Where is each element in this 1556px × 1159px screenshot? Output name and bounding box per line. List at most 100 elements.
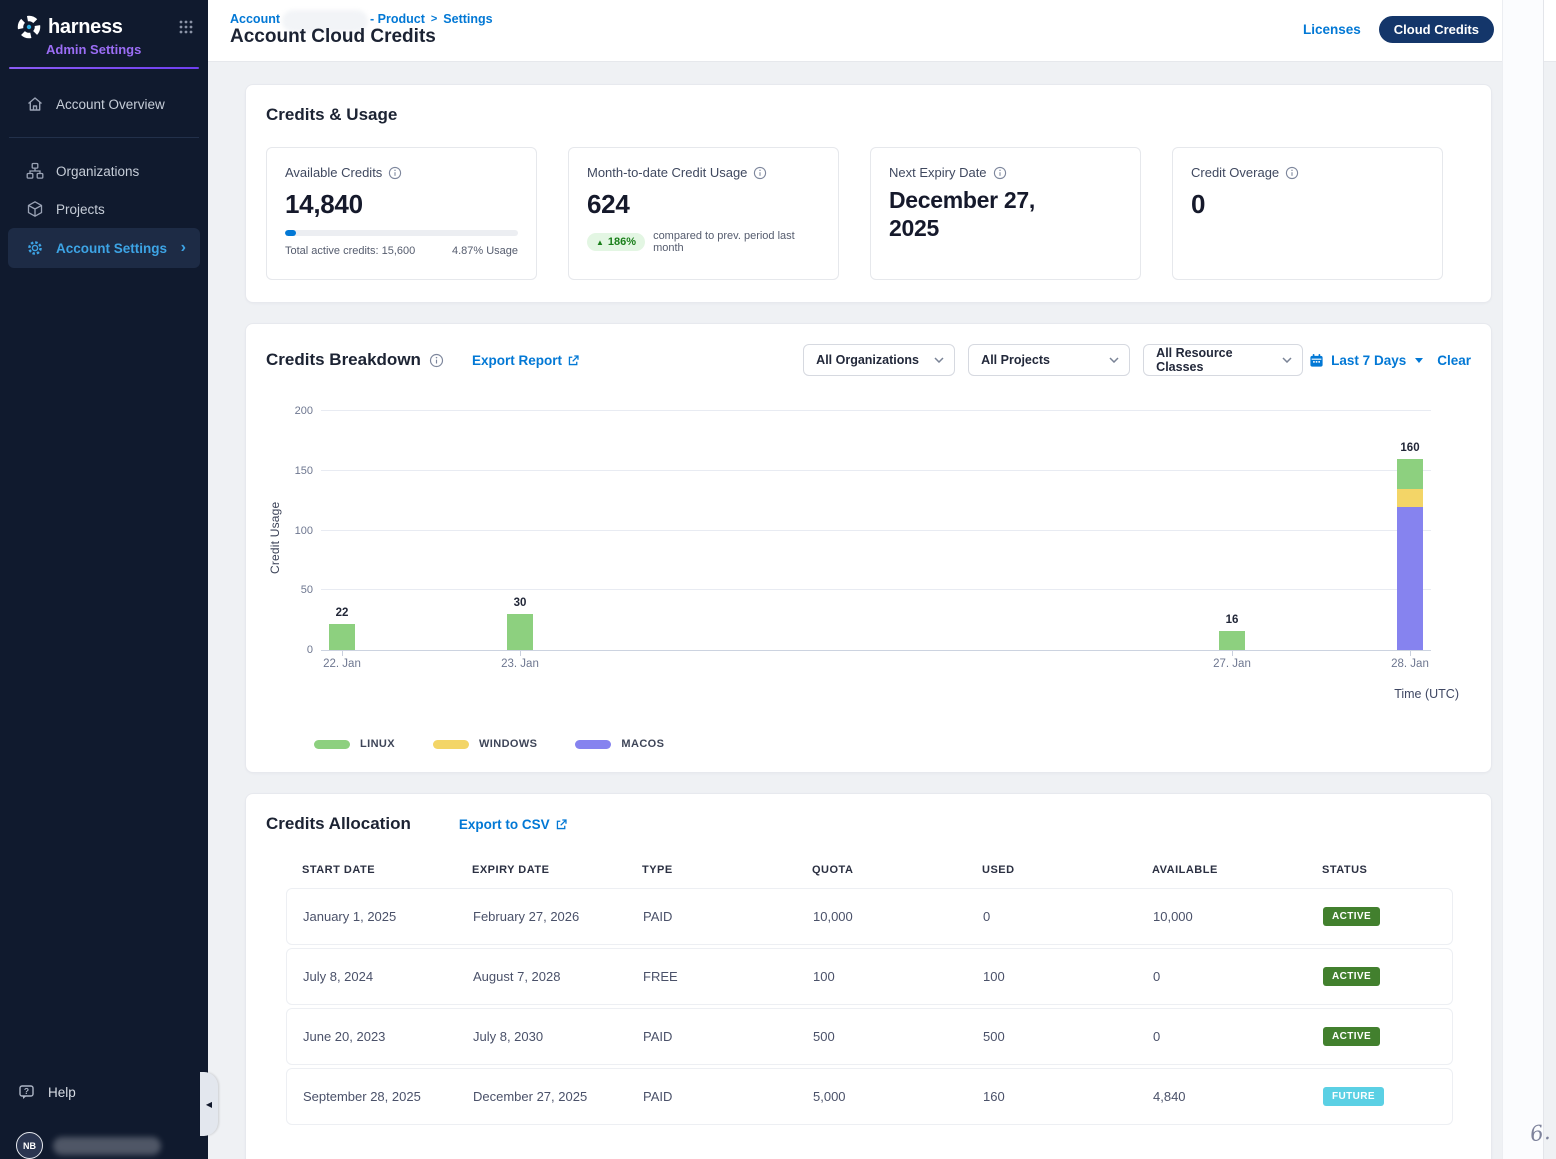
cube-icon xyxy=(26,200,44,218)
stat-card-next-expiry-date: Next Expiry Date December 27, 2025 xyxy=(870,147,1141,280)
chart-x-axis-label: Time (UTC) xyxy=(1394,687,1459,701)
legend-label: LINUX xyxy=(360,738,395,750)
legend-item-windows[interactable]: WINDOWS xyxy=(433,738,537,750)
stat-card-label: Next Expiry Date xyxy=(889,165,1122,180)
stat-card-label: Credit Overage xyxy=(1191,165,1424,180)
legend-label: MACOS xyxy=(621,738,664,750)
caret-down-icon xyxy=(1415,358,1423,363)
cell-used: 100 xyxy=(983,969,1153,984)
filter-select-all-organizations[interactable]: All Organizations xyxy=(803,344,955,376)
sidebar-item-organizations[interactable]: Organizations xyxy=(8,152,200,190)
app-grid-icon[interactable] xyxy=(178,19,194,35)
legend-item-macos[interactable]: MACOS xyxy=(575,738,664,750)
breadcrumb-product-link[interactable]: - Product xyxy=(370,12,425,26)
info-icon[interactable] xyxy=(1285,166,1299,180)
export-csv-link[interactable]: Export to CSV xyxy=(459,817,568,832)
svg-text:?: ? xyxy=(24,1086,29,1096)
sidebar-item-label: Projects xyxy=(56,202,105,217)
chart-x-tick-label: 28. Jan xyxy=(1365,658,1455,670)
chart-gridline xyxy=(321,470,1431,471)
legend-item-linux[interactable]: LINUX xyxy=(314,738,395,750)
breadcrumb-settings-link[interactable]: Settings xyxy=(443,12,492,26)
cell-status: FUTURE xyxy=(1323,1087,1452,1106)
cell-expiry_date: December 27, 2025 xyxy=(473,1089,643,1104)
clear-filters-button[interactable]: Clear xyxy=(1437,353,1471,368)
chart-y-tick-label: 50 xyxy=(269,584,313,596)
filter-select-all-resource-classes[interactable]: All Resource Classes xyxy=(1143,344,1303,376)
info-icon[interactable] xyxy=(388,166,402,180)
cell-status: ACTIVE xyxy=(1323,1027,1452,1046)
usage-percent: 4.87% Usage xyxy=(452,245,518,257)
date-range-picker[interactable]: Last 7 Days xyxy=(1309,353,1423,368)
cell-quota: 500 xyxy=(813,1029,983,1044)
table-row: January 1, 2025February 27, 2026PAID10,0… xyxy=(286,888,1453,945)
chart-x-tick-mark xyxy=(1232,651,1233,656)
status-badge: ACTIVE xyxy=(1323,1027,1380,1046)
scrollbar-track[interactable] xyxy=(1502,0,1544,1159)
cell-type: PAID xyxy=(643,1089,813,1104)
sidebar-accent-divider xyxy=(9,67,199,69)
page-title: Account Cloud Credits xyxy=(230,26,436,48)
credit-usage-chart: Credit Usage 050100150200223016160 Time … xyxy=(266,404,1471,726)
cell-status: ACTIVE xyxy=(1323,907,1452,926)
sidebar-collapse-handle[interactable]: ◀ xyxy=(200,1072,218,1136)
page-header: Account - Product > Settings Account Clo… xyxy=(208,0,1556,62)
stat-card-value: 0 xyxy=(1191,189,1424,220)
comparison-note: compared to prev. period last month xyxy=(653,230,820,254)
filter-select-all-projects[interactable]: All Projects xyxy=(968,344,1130,376)
breadcrumb-account-link[interactable]: Account xyxy=(230,12,280,26)
sidebar-item-account-overview[interactable]: Account Overview xyxy=(8,85,200,123)
status-badge: ACTIVE xyxy=(1323,907,1380,926)
sidebar-item-help[interactable]: ? Help xyxy=(0,1083,208,1102)
cell-expiry_date: February 27, 2026 xyxy=(473,909,643,924)
export-report-link[interactable]: Export Report xyxy=(472,353,580,368)
help-label: Help xyxy=(48,1085,76,1100)
table-column-header-available: AVAILABLE xyxy=(1152,864,1322,876)
sidebar-nav: Account Overview Organizations Projects Acc… xyxy=(0,85,208,268)
chart-bar-value-label: 22 xyxy=(312,607,372,619)
legend-swatch-macos xyxy=(575,740,611,749)
sidebar: harness Admin Settings Account OverviewO… xyxy=(0,0,208,1159)
chart-legend: LINUX WINDOWS MACOS xyxy=(314,738,664,750)
stat-label-text: Next Expiry Date xyxy=(889,165,987,180)
credits-allocation-card: Credits Allocation Export to CSV START D… xyxy=(245,793,1492,1159)
table-column-header-quota: QUOTA xyxy=(812,864,982,876)
licenses-link[interactable]: Licenses xyxy=(1303,22,1361,37)
credits-usage-title: Credits & Usage xyxy=(266,105,1471,125)
table-column-header-start-date: START DATE xyxy=(302,864,472,876)
cell-type: FREE xyxy=(643,969,813,984)
stat-card-value: December 27, 2025 xyxy=(889,187,1079,242)
chart-gridline xyxy=(321,410,1431,411)
sidebar-item-account-settings[interactable]: Account Settings› xyxy=(8,228,200,268)
cell-quota: 10,000 xyxy=(813,909,983,924)
chart-y-tick-label: 100 xyxy=(269,525,313,537)
org-icon xyxy=(26,162,44,180)
chart-bar-segment-linux xyxy=(1397,459,1423,489)
status-badge: ACTIVE xyxy=(1323,967,1380,986)
cell-type: PAID xyxy=(643,909,813,924)
credits-progress-bar xyxy=(285,230,518,236)
cell-used: 0 xyxy=(983,909,1153,924)
chart-plot-area: 050100150200223016160 xyxy=(321,412,1431,651)
chart-bar-segment-linux xyxy=(507,614,533,650)
arrow-up-icon: ▲ xyxy=(596,238,604,247)
legend-swatch-windows xyxy=(433,740,469,749)
external-link-icon xyxy=(567,354,580,367)
info-icon[interactable] xyxy=(753,166,767,180)
info-icon[interactable] xyxy=(993,166,1007,180)
breakdown-info-icon[interactable] xyxy=(429,353,444,368)
stat-label-text: Available Credits xyxy=(285,165,382,180)
chart-bar-23-jan[interactable] xyxy=(507,411,533,650)
stat-card-footer: Total active credits: 15,6004.87% Usage xyxy=(285,245,518,257)
cell-expiry_date: August 7, 2028 xyxy=(473,969,643,984)
chart-y-tick-label: 0 xyxy=(269,644,313,656)
harness-logo-icon xyxy=(16,14,42,40)
credits-breakdown-card: Credits Breakdown Export Report All Orga… xyxy=(245,323,1492,773)
cell-start_date: January 1, 2025 xyxy=(303,909,473,924)
cell-available: 10,000 xyxy=(1153,909,1323,924)
cloud-credits-button[interactable]: Cloud Credits xyxy=(1379,16,1494,43)
sidebar-item-projects[interactable]: Projects xyxy=(8,190,200,228)
cell-start_date: September 28, 2025 xyxy=(303,1089,473,1104)
table-column-header-status: STATUS xyxy=(1322,864,1453,876)
avatar[interactable]: NB xyxy=(16,1132,43,1159)
